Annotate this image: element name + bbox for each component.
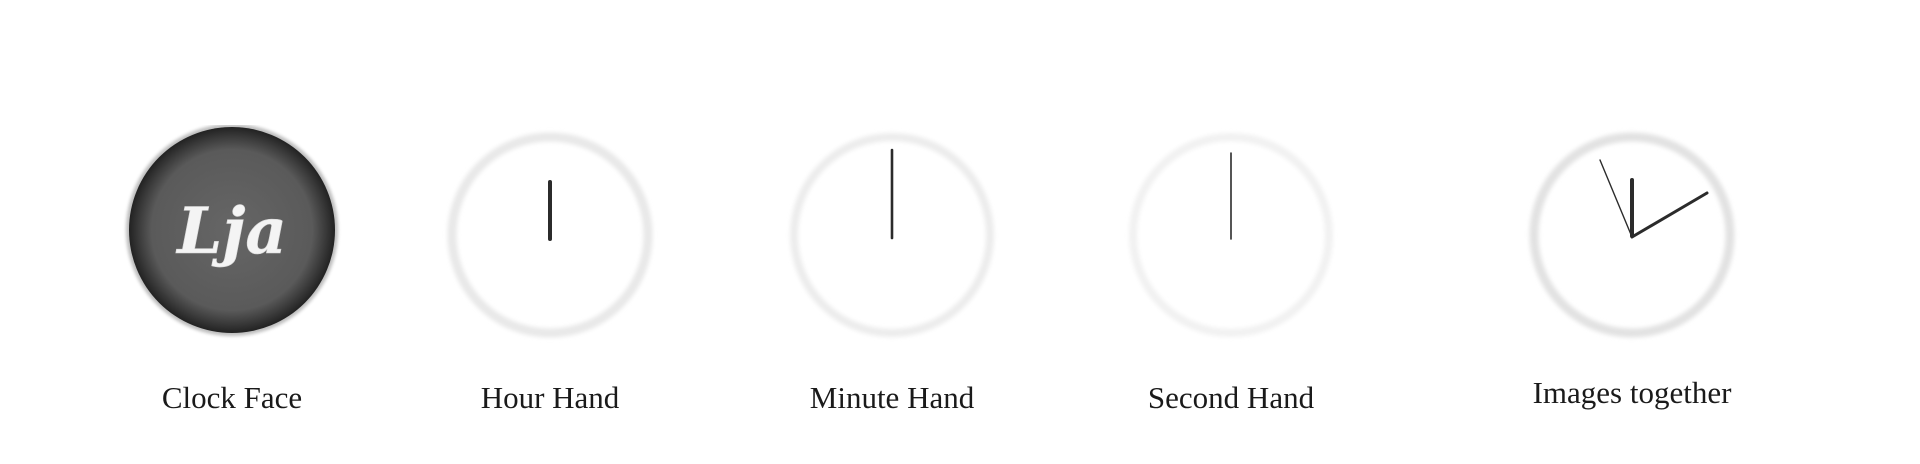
clock-face-image: Lja xyxy=(126,125,338,336)
minute-hand-image xyxy=(790,133,994,337)
second-hand-panel: Second Hand xyxy=(1121,125,1341,425)
combined-clock-panel: Images together xyxy=(1522,125,1742,425)
hour-hand-panel: Hour Hand xyxy=(440,125,660,425)
minute-hand-caption: Minute Hand xyxy=(809,380,975,415)
clock-face-caption: Clock Face xyxy=(161,380,303,415)
hour-hand-caption: Hour Hand xyxy=(480,380,620,415)
minute-hand-panel: Minute Hand xyxy=(782,125,1002,425)
combined-clock-image xyxy=(1529,132,1735,338)
minute-hand xyxy=(1630,191,1709,239)
clock-face-panel: Lja Clock Face xyxy=(122,125,342,425)
second-hand-image xyxy=(1129,133,1333,337)
combined-clock-caption: Images together xyxy=(1532,375,1732,410)
second-hand-caption: Second Hand xyxy=(1147,380,1315,415)
clock-face-logo: Lja xyxy=(175,194,287,269)
hour-hand-image xyxy=(447,132,653,338)
second-hand xyxy=(1599,159,1633,238)
